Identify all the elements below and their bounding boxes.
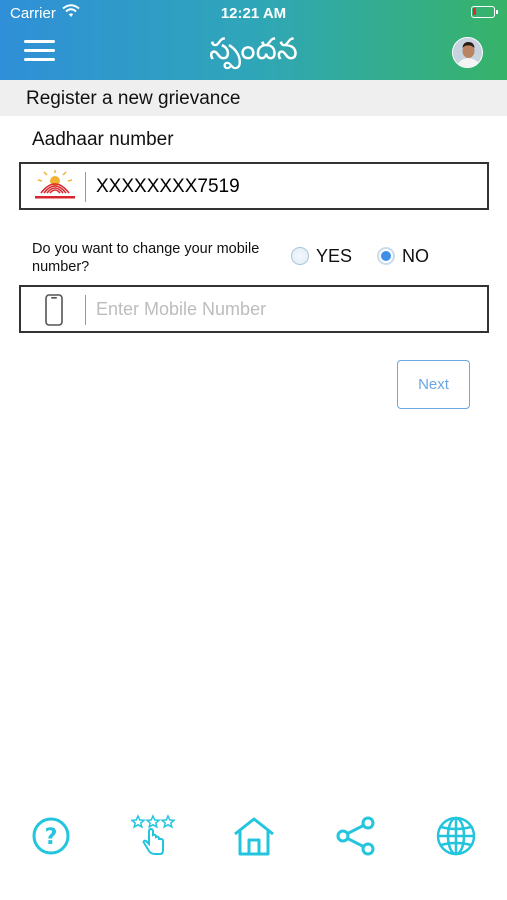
- section-title: Register a new grievance: [26, 88, 241, 109]
- battery-nub: [496, 10, 498, 14]
- share-icon[interactable]: [334, 814, 378, 858]
- aadhaar-field[interactable]: XXXXXXXX7519: [19, 162, 489, 210]
- help-icon[interactable]: ?: [29, 814, 73, 858]
- field-divider: [85, 172, 86, 202]
- battery-level: [473, 8, 476, 15]
- mobile-field[interactable]: [19, 285, 489, 333]
- aadhaar-label: Aadhaar number: [32, 129, 174, 150]
- status-time: 12:21 AM: [220, 5, 287, 22]
- next-button[interactable]: Next: [397, 360, 470, 409]
- field-divider: [85, 295, 86, 325]
- aadhaar-logo-icon: [29, 169, 81, 208]
- section-header: Register a new grievance: [0, 80, 507, 116]
- radio-yes-circle[interactable]: [291, 247, 309, 265]
- radio-no-label: NO: [402, 246, 429, 266]
- radio-no-circle[interactable]: [377, 247, 395, 265]
- rating-icon[interactable]: [130, 814, 176, 858]
- mobile-number-input[interactable]: [96, 295, 476, 323]
- language-globe-icon[interactable]: [434, 814, 478, 858]
- app-header: Carrier 12:21 AM స్పందన: [0, 0, 507, 80]
- radio-yes-label: YES: [316, 246, 353, 266]
- user-avatar[interactable]: [452, 37, 483, 68]
- aadhaar-value: XXXXXXXX7519: [96, 176, 240, 197]
- change-mobile-question: Do you want to change your mobile number…: [32, 241, 260, 275]
- battery-icon: [471, 6, 498, 18]
- svg-text:?: ?: [45, 825, 58, 850]
- app-title: స్పందన: [209, 32, 298, 67]
- status-bar: Carrier 12:21 AM: [0, 0, 507, 26]
- mobile-phone-icon: [45, 294, 63, 331]
- home-icon[interactable]: [232, 814, 276, 858]
